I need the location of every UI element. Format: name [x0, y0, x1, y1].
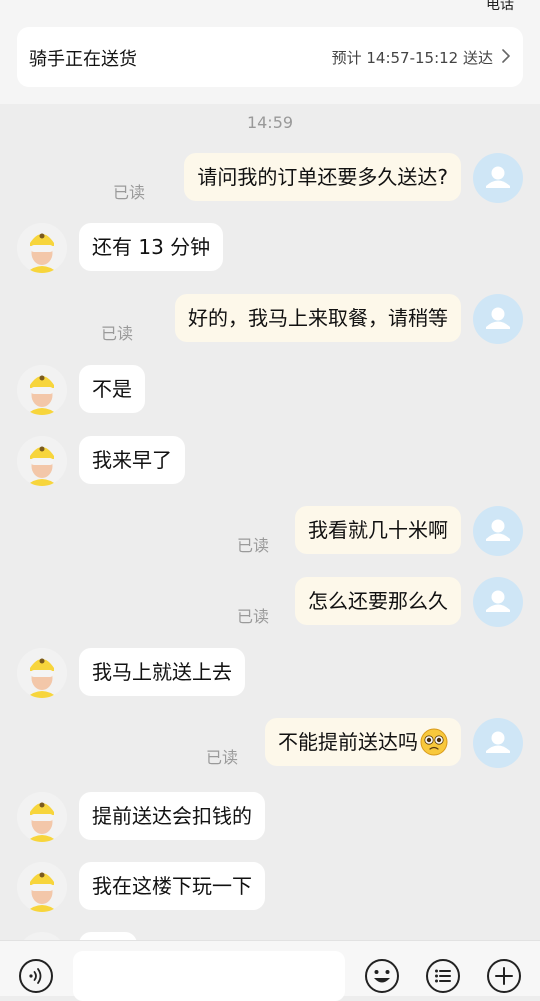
person-icon [486, 731, 510, 753]
message-bubble[interactable]: 提前送达会扣钱的 [79, 792, 265, 840]
user-avatar[interactable] [473, 294, 523, 344]
person-icon [486, 590, 510, 612]
rider-avatar-icon [17, 862, 67, 912]
message-bubble[interactable]: 我在这楼下玩一下 [79, 862, 265, 910]
user-avatar[interactable] [473, 577, 523, 627]
rider-avatar-icon [17, 365, 67, 415]
phone-link[interactable]: 电话 [486, 0, 514, 14]
message-bubble[interactable]: 好的，我马上来取餐，请稍等 [175, 294, 461, 342]
rider-avatar-icon [17, 223, 67, 273]
message-bubble[interactable]: 不是 [79, 365, 145, 413]
voice-icon[interactable] [18, 958, 54, 994]
read-receipt: 已读 [236, 607, 269, 626]
delivery-status-card[interactable]: 骑手正在送货 预计 14:57-15:12 送达 [17, 27, 523, 87]
chat-input-bar [0, 940, 540, 1001]
rider-avatar[interactable] [17, 223, 67, 273]
person-icon [486, 166, 510, 188]
user-avatar[interactable] [473, 153, 523, 203]
read-receipt: 已读 [205, 748, 238, 767]
message-bubble[interactable]: 怎么还要那么久 [295, 577, 461, 625]
message-bubble[interactable]: 我看就几十米啊 [295, 506, 461, 554]
message-bubble[interactable]: 还有 13 分钟 [79, 223, 224, 271]
user-avatar[interactable] [473, 718, 523, 768]
message-text: 不能提前送达吗 [278, 730, 418, 754]
emoji-face-icon[interactable] [364, 958, 400, 994]
read-receipt: 已读 [236, 536, 269, 555]
read-receipt: 已读 [100, 324, 133, 343]
rider-avatar[interactable] [17, 792, 67, 842]
chat-timestamp: 14:59 [246, 113, 294, 132]
plus-icon[interactable] [486, 958, 522, 994]
rider-avatar-icon [17, 648, 67, 698]
delivery-eta: 预计 14:57-15:12 送达 [331, 49, 493, 67]
user-avatar[interactable] [473, 506, 523, 556]
message-bubble[interactable]: 我马上就送上去 [79, 648, 245, 696]
rider-avatar[interactable] [17, 365, 67, 415]
rider-avatar[interactable] [17, 648, 67, 698]
person-icon [486, 307, 510, 329]
rider-avatar-icon [17, 792, 67, 842]
rider-avatar[interactable] [17, 436, 67, 486]
top-bar: 电话 骑手正在送货 预计 14:57-15:12 送达 [0, 0, 540, 104]
message-bubble[interactable]: 我来早了 [79, 436, 185, 484]
list-menu-icon[interactable] [425, 958, 461, 994]
chevron-right-icon [502, 49, 510, 63]
message-input[interactable] [73, 951, 345, 1001]
rider-avatar[interactable] [17, 862, 67, 912]
message-bubble[interactable]: 请问我的订单还要多久送达? [184, 153, 461, 201]
pleading-face-emoji-icon [420, 728, 448, 755]
message-bubble[interactable]: 不能提前送达吗 [265, 718, 461, 766]
read-receipt: 已读 [112, 183, 145, 202]
person-icon [486, 519, 510, 541]
rider-avatar-icon [17, 436, 67, 486]
delivery-status-title: 骑手正在送货 [29, 49, 137, 70]
